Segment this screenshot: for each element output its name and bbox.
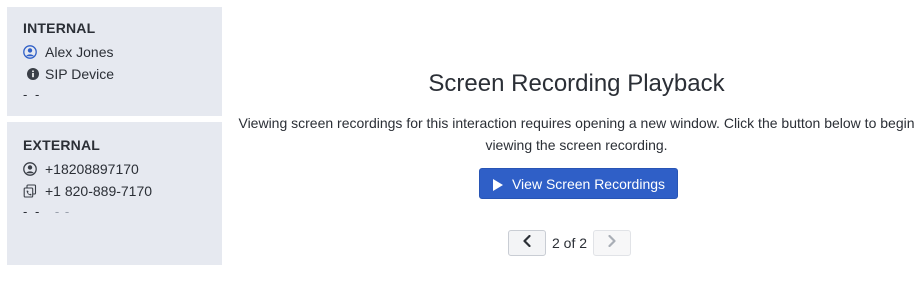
internal-user-name: Alex Jones: [45, 44, 114, 60]
internal-device-row: SIP Device: [23, 63, 206, 85]
screen-recording-playback-section: Screen Recording Playback Viewing screen…: [230, 0, 923, 284]
view-screen-recordings-button[interactable]: View Screen Recordings: [479, 168, 678, 199]
view-screen-recordings-label: View Screen Recordings: [511, 175, 666, 192]
external-dashes: - - - -: [23, 204, 206, 219]
external-caller-id: +18208897170: [45, 161, 139, 177]
page-indicator: 2 of 2: [552, 234, 588, 251]
external-phone-number: +1 820-889-7170: [45, 183, 153, 199]
user-circle-icon: [23, 162, 37, 176]
playback-description: Viewing screen recordings for this inter…: [230, 112, 923, 156]
page-title: Screen Recording Playback: [428, 70, 725, 97]
external-title: EXTERNAL: [23, 137, 101, 153]
external-caller-row: +18208897170: [23, 158, 206, 180]
internal-dashes: - -: [23, 87, 42, 102]
external-phone-row: +1 820-889-7170: [23, 180, 206, 202]
info-circle-icon: [27, 68, 39, 80]
copy-phone-icon[interactable]: [23, 184, 37, 198]
user-circle-icon: [23, 45, 37, 59]
external-party-panel: EXTERNAL +18208897170 +1 820-889-7170 - …: [7, 122, 222, 265]
internal-device-label: SIP Device: [45, 66, 114, 82]
description-line-1: Viewing screen recordings for this inter…: [238, 115, 915, 131]
play-icon: [492, 178, 504, 191]
internal-party-panel: INTERNAL Alex Jones SIP Device - -: [7, 7, 222, 116]
pagination: 2 of 2: [508, 229, 632, 256]
chevron-left-icon: [522, 234, 532, 252]
internal-user-row: Alex Jones: [23, 41, 206, 63]
chevron-right-icon: [607, 234, 617, 252]
external-dashes-faint: - -: [54, 204, 71, 219]
external-dashes-primary: - -: [23, 204, 42, 219]
description-line-2: viewing the screen recording.: [485, 137, 668, 153]
previous-page-button[interactable]: [508, 229, 546, 256]
next-page-button[interactable]: [593, 229, 632, 256]
internal-title: INTERNAL: [23, 20, 96, 36]
